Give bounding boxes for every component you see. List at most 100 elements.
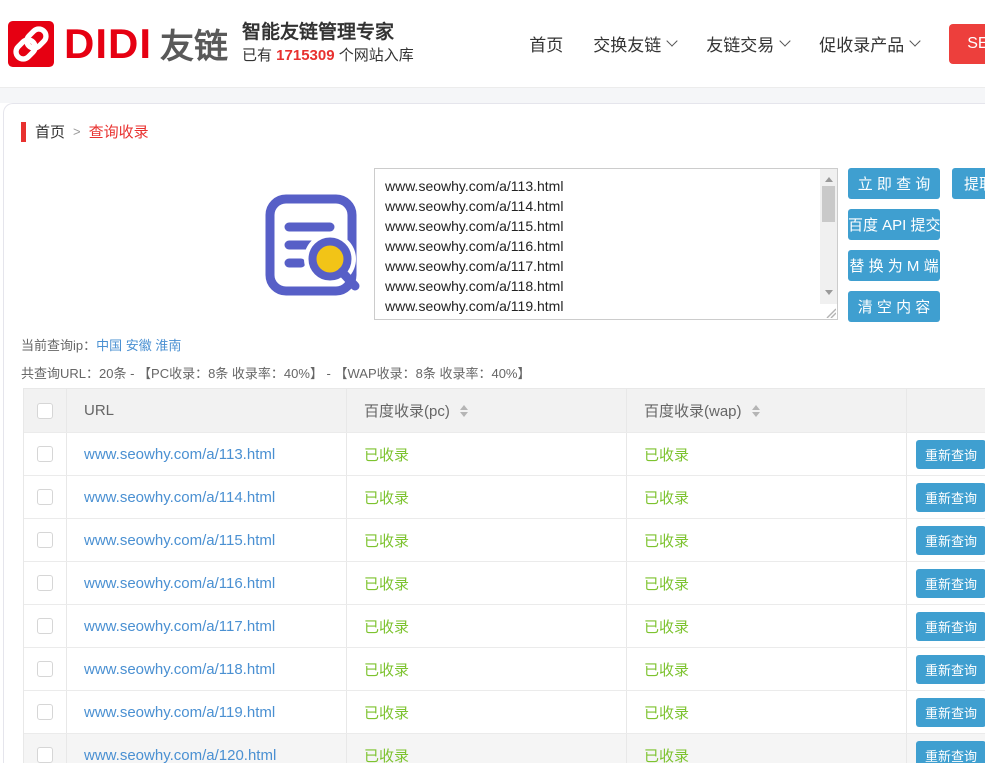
row-url-link[interactable]: www.seowhy.com/a/120.html xyxy=(84,747,276,763)
chevron-down-icon xyxy=(780,35,791,46)
col-header-pc: 百度收录(pc) xyxy=(364,400,450,421)
table-body: www.seowhy.com/a/113.html 已收录 已收录 重新查询 w… xyxy=(24,432,985,763)
requery-button[interactable]: 重新查询 xyxy=(916,698,985,727)
scrollbar-thumb[interactable] xyxy=(822,186,835,222)
table-row: www.seowhy.com/a/114.html 已收录 已收录 重新查询 xyxy=(24,475,985,518)
sort-icon[interactable] xyxy=(460,401,468,421)
requery-button[interactable]: 重新查询 xyxy=(916,741,985,763)
row-checkbox[interactable] xyxy=(37,446,53,462)
row-checkbox[interactable] xyxy=(37,747,53,763)
wap-status: 已收录 xyxy=(644,745,689,763)
nav-seo-button[interactable]: SEO xyxy=(949,24,985,64)
nav-item-home[interactable]: 首页 xyxy=(529,31,563,56)
row-url-link[interactable]: www.seowhy.com/a/117.html xyxy=(84,618,275,635)
table-row: www.seowhy.com/a/117.html 已收录 已收录 重新查询 xyxy=(24,604,985,647)
table-row: www.seowhy.com/a/118.html 已收录 已收录 重新查询 xyxy=(24,647,985,690)
table-row: www.seowhy.com/a/120.html 已收录 已收录 重新查询 xyxy=(24,733,985,763)
row-url-link[interactable]: www.seowhy.com/a/119.html xyxy=(84,704,275,721)
breadcrumb-current: 查询收录 xyxy=(89,121,149,142)
main-nav: 首页 交换友链 友链交易 促收录产品 SEO xyxy=(529,24,985,64)
logo-text: DIDI xyxy=(64,20,152,68)
query-section: www.seowhy.com/a/113.html www.seowhy.com… xyxy=(4,168,985,322)
tagline-title: 智能友链管理专家 xyxy=(242,21,414,45)
requery-button[interactable]: 重新查询 xyxy=(916,526,985,555)
replace-mobile-button[interactable]: 替 换 为 M 端 xyxy=(848,250,940,281)
site-count: 1715309 xyxy=(276,47,334,64)
scroll-up-icon[interactable] xyxy=(825,173,833,182)
breadcrumb-separator: > xyxy=(73,124,81,139)
row-url-link[interactable]: www.seowhy.com/a/113.html xyxy=(84,446,275,463)
clear-content-button[interactable]: 清 空 内 容 xyxy=(848,291,940,322)
content-card: 首页 > 查询收录 www.seowhy.com/a/113.html www.… xyxy=(3,103,985,763)
wap-status: 已收录 xyxy=(644,659,689,680)
current-ip-line: 当前查询ip：中国 安徽 淮南 xyxy=(21,335,985,354)
chevron-down-icon xyxy=(910,35,921,46)
scrollbar-track[interactable] xyxy=(820,169,837,304)
breadcrumb-accent-bar xyxy=(21,122,26,142)
results-table: URL 百度收录(pc) 百度收录(wap) www.seowhy.com/a/… xyxy=(23,388,985,763)
requery-button[interactable]: 重新查询 xyxy=(916,440,985,469)
query-now-button[interactable]: 立 即 查 询 xyxy=(848,168,940,199)
table-row: www.seowhy.com/a/116.html 已收录 已收录 重新查询 xyxy=(24,561,985,604)
pc-status: 已收录 xyxy=(364,487,409,508)
ip-label: 当前查询ip： xyxy=(21,338,96,353)
requery-button[interactable]: 重新查询 xyxy=(916,612,985,641)
query-stats-line: 共查询URL：20条 - 【PC收录：8条 收录率：40%】 - 【WAP收录：… xyxy=(21,363,985,382)
pc-status: 已收录 xyxy=(364,702,409,723)
requery-button[interactable]: 重新查询 xyxy=(916,655,985,684)
site-header: DIDI 友链 智能友链管理专家 已有 1715309 个网站入库 首页 交换友… xyxy=(0,0,985,88)
sort-icon[interactable] xyxy=(752,401,760,421)
tagline-block: 智能友链管理专家 已有 1715309 个网站入库 xyxy=(242,21,414,67)
wap-status: 已收录 xyxy=(644,444,689,465)
table-row: www.seowhy.com/a/115.html 已收录 已收录 重新查询 xyxy=(24,518,985,561)
pc-status: 已收录 xyxy=(364,659,409,680)
row-url-link[interactable]: www.seowhy.com/a/115.html xyxy=(84,532,275,549)
ip-location-link[interactable]: 中国 安徽 淮南 xyxy=(96,338,181,353)
table-row: www.seowhy.com/a/119.html 已收录 已收录 重新查询 xyxy=(24,690,985,733)
wap-status: 已收录 xyxy=(644,573,689,594)
row-url-link[interactable]: www.seowhy.com/a/116.html xyxy=(84,575,275,592)
row-url-link[interactable]: www.seowhy.com/a/114.html xyxy=(84,489,275,506)
page-background-band xyxy=(0,88,985,103)
extract-button[interactable]: 提取 xyxy=(952,168,985,199)
pc-status: 已收录 xyxy=(364,616,409,637)
row-checkbox[interactable] xyxy=(37,489,53,505)
url-input-textarea[interactable]: www.seowhy.com/a/113.html www.seowhy.com… xyxy=(375,169,820,319)
wap-status: 已收录 xyxy=(644,530,689,551)
row-checkbox[interactable] xyxy=(37,618,53,634)
nav-item-exchange-links[interactable]: 交换友链 xyxy=(593,31,676,56)
query-buttons: 立 即 查 询 百度 API 提交 替 换 为 M 端 清 空 内 容 xyxy=(848,168,940,322)
resize-grip-icon[interactable] xyxy=(820,304,837,319)
pc-status: 已收录 xyxy=(364,444,409,465)
row-checkbox[interactable] xyxy=(37,532,53,548)
logo[interactable]: DIDI 友链 智能友链管理专家 已有 1715309 个网站入库 xyxy=(8,19,414,68)
nav-item-index-products[interactable]: 促收录产品 xyxy=(819,31,919,56)
textarea-scrollbar xyxy=(820,169,837,319)
pc-status: 已收录 xyxy=(364,745,409,763)
wap-status: 已收录 xyxy=(644,616,689,637)
row-checkbox[interactable] xyxy=(37,704,53,720)
pc-status: 已收录 xyxy=(364,573,409,594)
pc-status: 已收录 xyxy=(364,530,409,551)
breadcrumb-home-link[interactable]: 首页 xyxy=(35,121,65,142)
tagline-stats: 已有 1715309 个网站入库 xyxy=(242,45,414,67)
baidu-api-submit-button[interactable]: 百度 API 提交 xyxy=(848,209,940,240)
wap-status: 已收录 xyxy=(644,487,689,508)
requery-button[interactable]: 重新查询 xyxy=(916,483,985,512)
row-checkbox[interactable] xyxy=(37,575,53,591)
select-all-checkbox[interactable] xyxy=(37,403,53,419)
row-url-link[interactable]: www.seowhy.com/a/118.html xyxy=(84,661,275,678)
chain-link-logo-icon xyxy=(8,21,54,67)
col-header-url: URL xyxy=(84,402,114,419)
requery-button[interactable]: 重新查询 xyxy=(916,569,985,598)
wap-status: 已收录 xyxy=(644,702,689,723)
nav-item-link-trade[interactable]: 友链交易 xyxy=(706,31,789,56)
document-search-icon xyxy=(256,190,366,302)
col-header-wap: 百度收录(wap) xyxy=(644,400,742,421)
logo-suffix: 友链 xyxy=(160,19,228,68)
row-checkbox[interactable] xyxy=(37,661,53,677)
breadcrumb: 首页 > 查询收录 xyxy=(21,121,985,142)
scroll-down-icon[interactable] xyxy=(825,290,833,299)
url-textarea-wrap: www.seowhy.com/a/113.html www.seowhy.com… xyxy=(374,168,838,320)
table-header: URL 百度收录(pc) 百度收录(wap) xyxy=(24,389,985,432)
